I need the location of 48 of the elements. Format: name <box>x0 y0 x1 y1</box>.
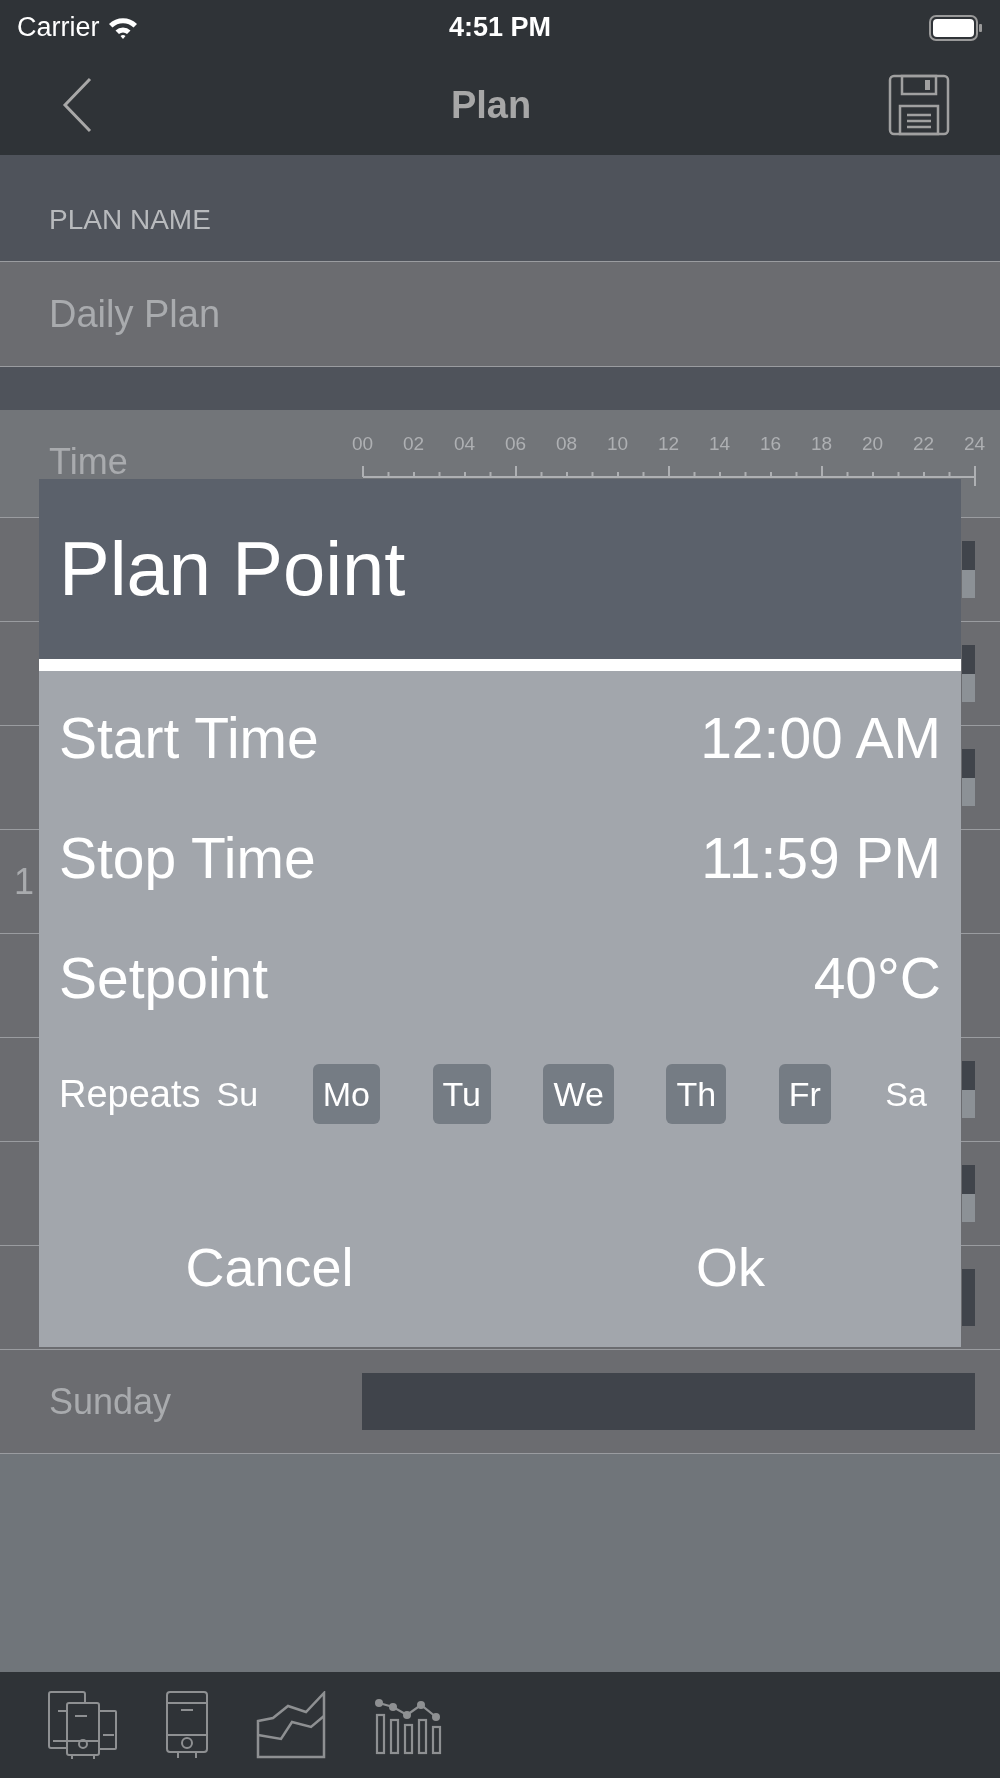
boilers-tab[interactable] <box>48 1691 118 1759</box>
hour-tick-label: 08 <box>554 432 579 456</box>
row-label: Sunday <box>48 1379 172 1424</box>
area-chart-tab[interactable] <box>256 1691 326 1759</box>
section-header: PLAN NAME <box>49 203 211 237</box>
day-toggle[interactable]: Sa <box>883 1064 929 1124</box>
field-label: Start Time <box>59 705 319 773</box>
save-button[interactable] <box>888 74 950 136</box>
field-value[interactable]: 12:00 AM <box>700 696 941 782</box>
carrier-label: Carrier <box>17 11 100 45</box>
water-heater-icon <box>166 1691 208 1759</box>
row-label: 1 <box>13 859 35 904</box>
day-toggle[interactable]: Th <box>666 1064 727 1124</box>
plan-name-field[interactable]: Daily Plan <box>0 262 1000 367</box>
area-chart-icon <box>256 1691 326 1759</box>
hour-tick-label: 10 <box>605 432 630 456</box>
field-label: Stop Time <box>59 825 316 893</box>
hour-tick-label: 00 <box>350 432 375 456</box>
hour-tick-label: 04 <box>452 432 477 456</box>
day-toggle[interactable]: We <box>543 1064 614 1124</box>
day-toggle[interactable]: Mo <box>312 1064 380 1124</box>
field-label: Setpoint <box>59 945 269 1013</box>
day-toggle[interactable]: Tu <box>432 1064 491 1124</box>
water-heaters-icon <box>48 1691 118 1759</box>
clock-time: 4:51 PM <box>448 11 551 45</box>
dialog-button[interactable]: Cancel <box>177 1226 362 1308</box>
back-button[interactable] <box>62 77 94 133</box>
hour-tick-label: 20 <box>860 432 885 456</box>
hour-tick-label: 06 <box>503 432 528 456</box>
day-toggle[interactable]: Su <box>214 1064 261 1124</box>
boiler-tab[interactable] <box>166 1691 208 1759</box>
hour-tick-label: 02 <box>401 432 426 456</box>
hour-tick-label: 18 <box>809 432 834 456</box>
dialog-title: Plan Point <box>59 525 406 613</box>
field-value[interactable]: 40°C <box>813 936 941 1022</box>
dialog-button[interactable]: Ok <box>688 1226 773 1308</box>
hour-tick-label: 14 <box>707 432 732 456</box>
day-toggle[interactable]: Fr <box>778 1064 831 1124</box>
field-value[interactable]: 11:59 PM <box>701 816 941 902</box>
wifi-icon <box>107 15 138 40</box>
hour-tick-label: 22 <box>911 432 936 456</box>
back-chevron-icon <box>62 77 92 133</box>
hour-tick-label: 16 <box>758 432 783 456</box>
battery-icon <box>929 14 983 41</box>
repeats-label: Repeats <box>59 1071 201 1117</box>
hour-tick-label: 24 <box>962 432 987 456</box>
screen-title: Plan <box>450 82 532 128</box>
hour-tick-label: 12 <box>656 432 681 456</box>
